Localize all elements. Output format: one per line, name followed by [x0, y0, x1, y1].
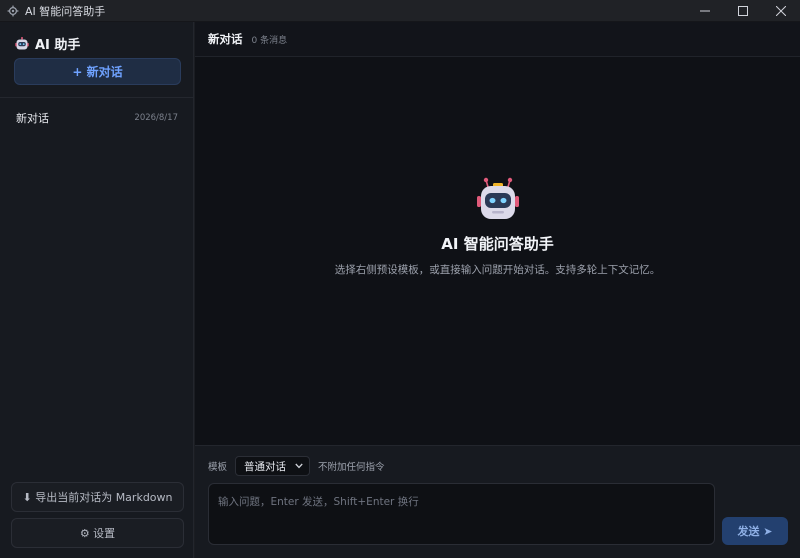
minimize-icon: [700, 10, 710, 12]
new-chat-button[interactable]: + 新对话: [14, 58, 181, 85]
window-controls: [686, 0, 800, 22]
template-select[interactable]: 普通对话: [235, 456, 311, 476]
chat-title: 新对话: [208, 32, 243, 46]
window-title: AI 智能问答助手: [25, 4, 106, 18]
template-label: 模板: [208, 462, 228, 473]
conversation-date: 2026/8/17: [134, 113, 178, 123]
template-select-value: 普通对话: [244, 460, 287, 473]
maximize-button[interactable]: [724, 0, 762, 22]
conversation-item[interactable]: 新对话 2026/8/17: [0, 106, 193, 130]
empty-state-heading: AI 智能问答助手: [441, 235, 554, 253]
title-bar: AI 智能问答助手: [0, 0, 800, 22]
close-icon: [776, 6, 786, 16]
sidebar: AI 助手 + 新对话 新对话 2026/8/17 ⬇ 导出当前对话为 Mark…: [0, 22, 194, 558]
template-row: 模板 普通对话 不附加任何指令: [208, 456, 385, 476]
export-markdown-button[interactable]: ⬇ 导出当前对话为 Markdown: [11, 482, 184, 512]
minimize-button[interactable]: [686, 0, 724, 22]
message-input[interactable]: 输入问题，Enter 发送，Shift+Enter 换行: [208, 483, 715, 545]
gear-icon: [7, 5, 19, 16]
brand-label: AI 助手: [35, 38, 81, 53]
empty-state: AI 智能问答助手 选择右侧预设模板，或直接输入问题开始对话。支持多轮上下文记忆…: [195, 177, 800, 277]
chat-header: 新对话 0 条消息: [195, 22, 800, 57]
empty-state-description: 选择右侧预设模板，或直接输入问题开始对话。支持多轮上下文记忆。: [334, 264, 661, 276]
template-hint: 不附加任何指令: [318, 462, 385, 473]
robot-icon: [15, 36, 29, 49]
brand: AI 助手: [15, 34, 80, 53]
send-button[interactable]: 发送 ➤: [722, 517, 788, 545]
settings-button[interactable]: ⚙ 设置: [11, 518, 184, 548]
maximize-icon: [738, 6, 748, 16]
main-panel: 新对话 0 条消息 AI 智能问答助手 选择右侧预设模板，或直接输入问题开始对话…: [195, 22, 800, 558]
composer: 模板 普通对话 不附加任何指令 输入问题，Enter 发送，Shift+Ente…: [195, 445, 800, 558]
sidebar-divider: [0, 97, 194, 98]
robot-icon: [476, 177, 519, 219]
chevron-down-icon: [295, 463, 303, 469]
message-count: 0 条消息: [251, 35, 288, 46]
close-button[interactable]: [762, 0, 800, 22]
conversation-name: 新对话: [16, 112, 49, 125]
